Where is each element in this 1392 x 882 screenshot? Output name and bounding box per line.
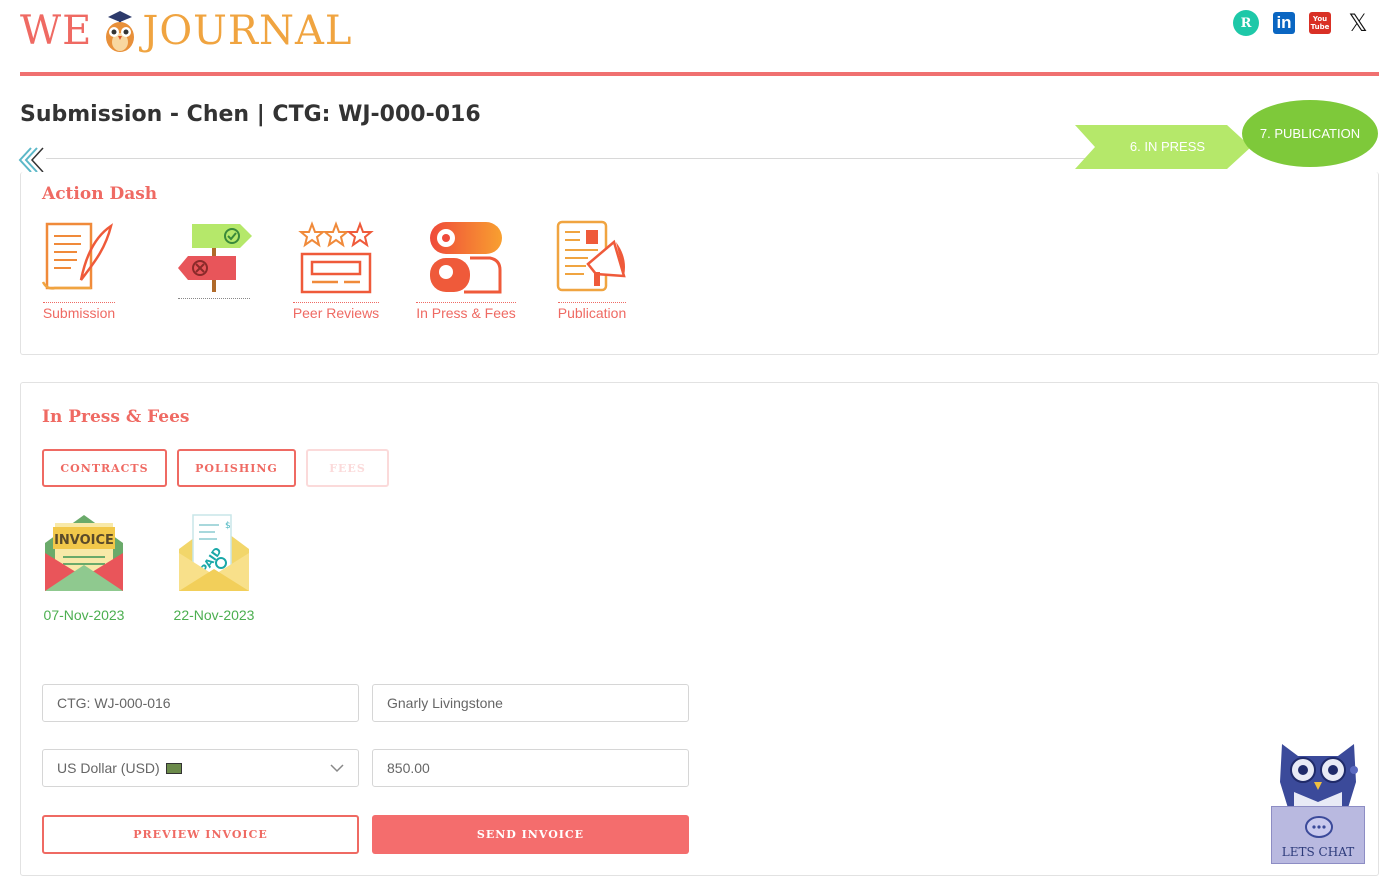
invoice-envelope-icon: INVOICE: [45, 515, 123, 591]
invoice-document[interactable]: INVOICE 07-Nov-2023: [42, 513, 126, 623]
dash-item-in-press-fees[interactable]: In Press & Fees: [416, 220, 516, 322]
currency-select-value: US Dollar (USD): [57, 760, 160, 776]
site-logo[interactable]: WE JOURNAL: [20, 6, 352, 56]
tab-fees[interactable]: FEES: [306, 449, 389, 487]
chat-bubble-icon: [1305, 816, 1333, 838]
star-rating-review-icon: [298, 221, 374, 294]
title-divider: [46, 158, 1086, 159]
action-dash-card: Action Dash Submission Peer Reviews In P…: [20, 172, 1379, 355]
chat-label: LETS CHAT: [1281, 845, 1355, 859]
double-chevron-left-icon[interactable]: [17, 146, 45, 174]
accept-reject-signpost-icon: [178, 224, 252, 292]
ctg-field[interactable]: CTG: WJ-000-016: [42, 684, 359, 722]
stage-publication[interactable]: 7. PUBLICATION: [1242, 100, 1378, 167]
dash-label-submission: Submission: [42, 302, 116, 321]
site-header: WE JOURNAL R in You Tube 𝕏: [20, 0, 1379, 76]
invoice-date: 07-Nov-2023: [43, 607, 125, 623]
printing-press-icon: [430, 222, 502, 294]
dollar-sign-glyph: $: [225, 521, 231, 531]
owl-logo-icon: [106, 11, 135, 52]
tab-contracts[interactable]: CONTRACTS: [42, 449, 167, 487]
dash-item-peer-reviews[interactable]: Peer Reviews: [291, 220, 381, 322]
chevron-down-icon: [330, 764, 344, 773]
preview-invoice-button[interactable]: PREVIEW INVOICE: [42, 815, 359, 854]
dash-label-in-press-fees: In Press & Fees: [416, 302, 516, 321]
dash-label-separator: [178, 298, 250, 299]
manuscript-quill-icon: [41, 222, 113, 290]
send-invoice-button[interactable]: SEND INVOICE: [372, 815, 689, 854]
linkedin-icon[interactable]: in: [1273, 12, 1295, 34]
action-dash-title: Action Dash: [42, 184, 158, 204]
dash-item-publication[interactable]: Publication: [554, 220, 630, 322]
paid-receipt-document[interactable]: $ PAID 22-Nov-2023: [172, 513, 256, 623]
dollar-flag-icon: [165, 762, 182, 774]
owl-mascot-icon: [1280, 744, 1358, 808]
logo-text-journal: JOURNAL: [142, 8, 353, 54]
dash-label-publication: Publication: [557, 302, 627, 321]
page-title: Submission - Chen | CTG: WJ-000-016: [20, 102, 481, 127]
paid-date: 22-Nov-2023: [173, 607, 255, 623]
lets-chat-widget[interactable]: LETS CHAT: [1268, 742, 1368, 866]
stage-in-press-label: 6. IN PRESS: [1129, 139, 1206, 154]
in-press-fees-title: In Press & Fees: [42, 407, 190, 427]
youtube-icon[interactable]: You Tube: [1309, 12, 1331, 34]
x-twitter-icon[interactable]: 𝕏: [1345, 9, 1371, 37]
publication-megaphone-icon: [556, 220, 626, 292]
dash-label-peer-reviews: Peer Reviews: [292, 302, 380, 321]
tab-polishing[interactable]: POLISHING: [177, 449, 296, 487]
author-name-field[interactable]: Gnarly Livingstone: [372, 684, 689, 722]
social-links: R in You Tube 𝕏: [1233, 9, 1371, 37]
stage-in-press[interactable]: 6. IN PRESS: [1075, 125, 1251, 169]
logo-text-we: WE: [20, 8, 93, 54]
dash-item-submission[interactable]: Submission: [41, 220, 117, 322]
invoice-stamp-text: INVOICE: [54, 533, 114, 548]
in-press-fees-card: In Press & Fees CONTRACTS POLISHING FEES…: [20, 382, 1379, 876]
amount-field[interactable]: 850.00: [372, 749, 689, 787]
paid-receipt-envelope-icon: $ PAID: [179, 514, 249, 591]
researchgate-icon[interactable]: R: [1233, 10, 1259, 36]
chat-box: LETS CHAT: [1271, 806, 1365, 864]
dash-item-decision[interactable]: [176, 220, 252, 299]
currency-select[interactable]: US Dollar (USD): [42, 749, 359, 787]
